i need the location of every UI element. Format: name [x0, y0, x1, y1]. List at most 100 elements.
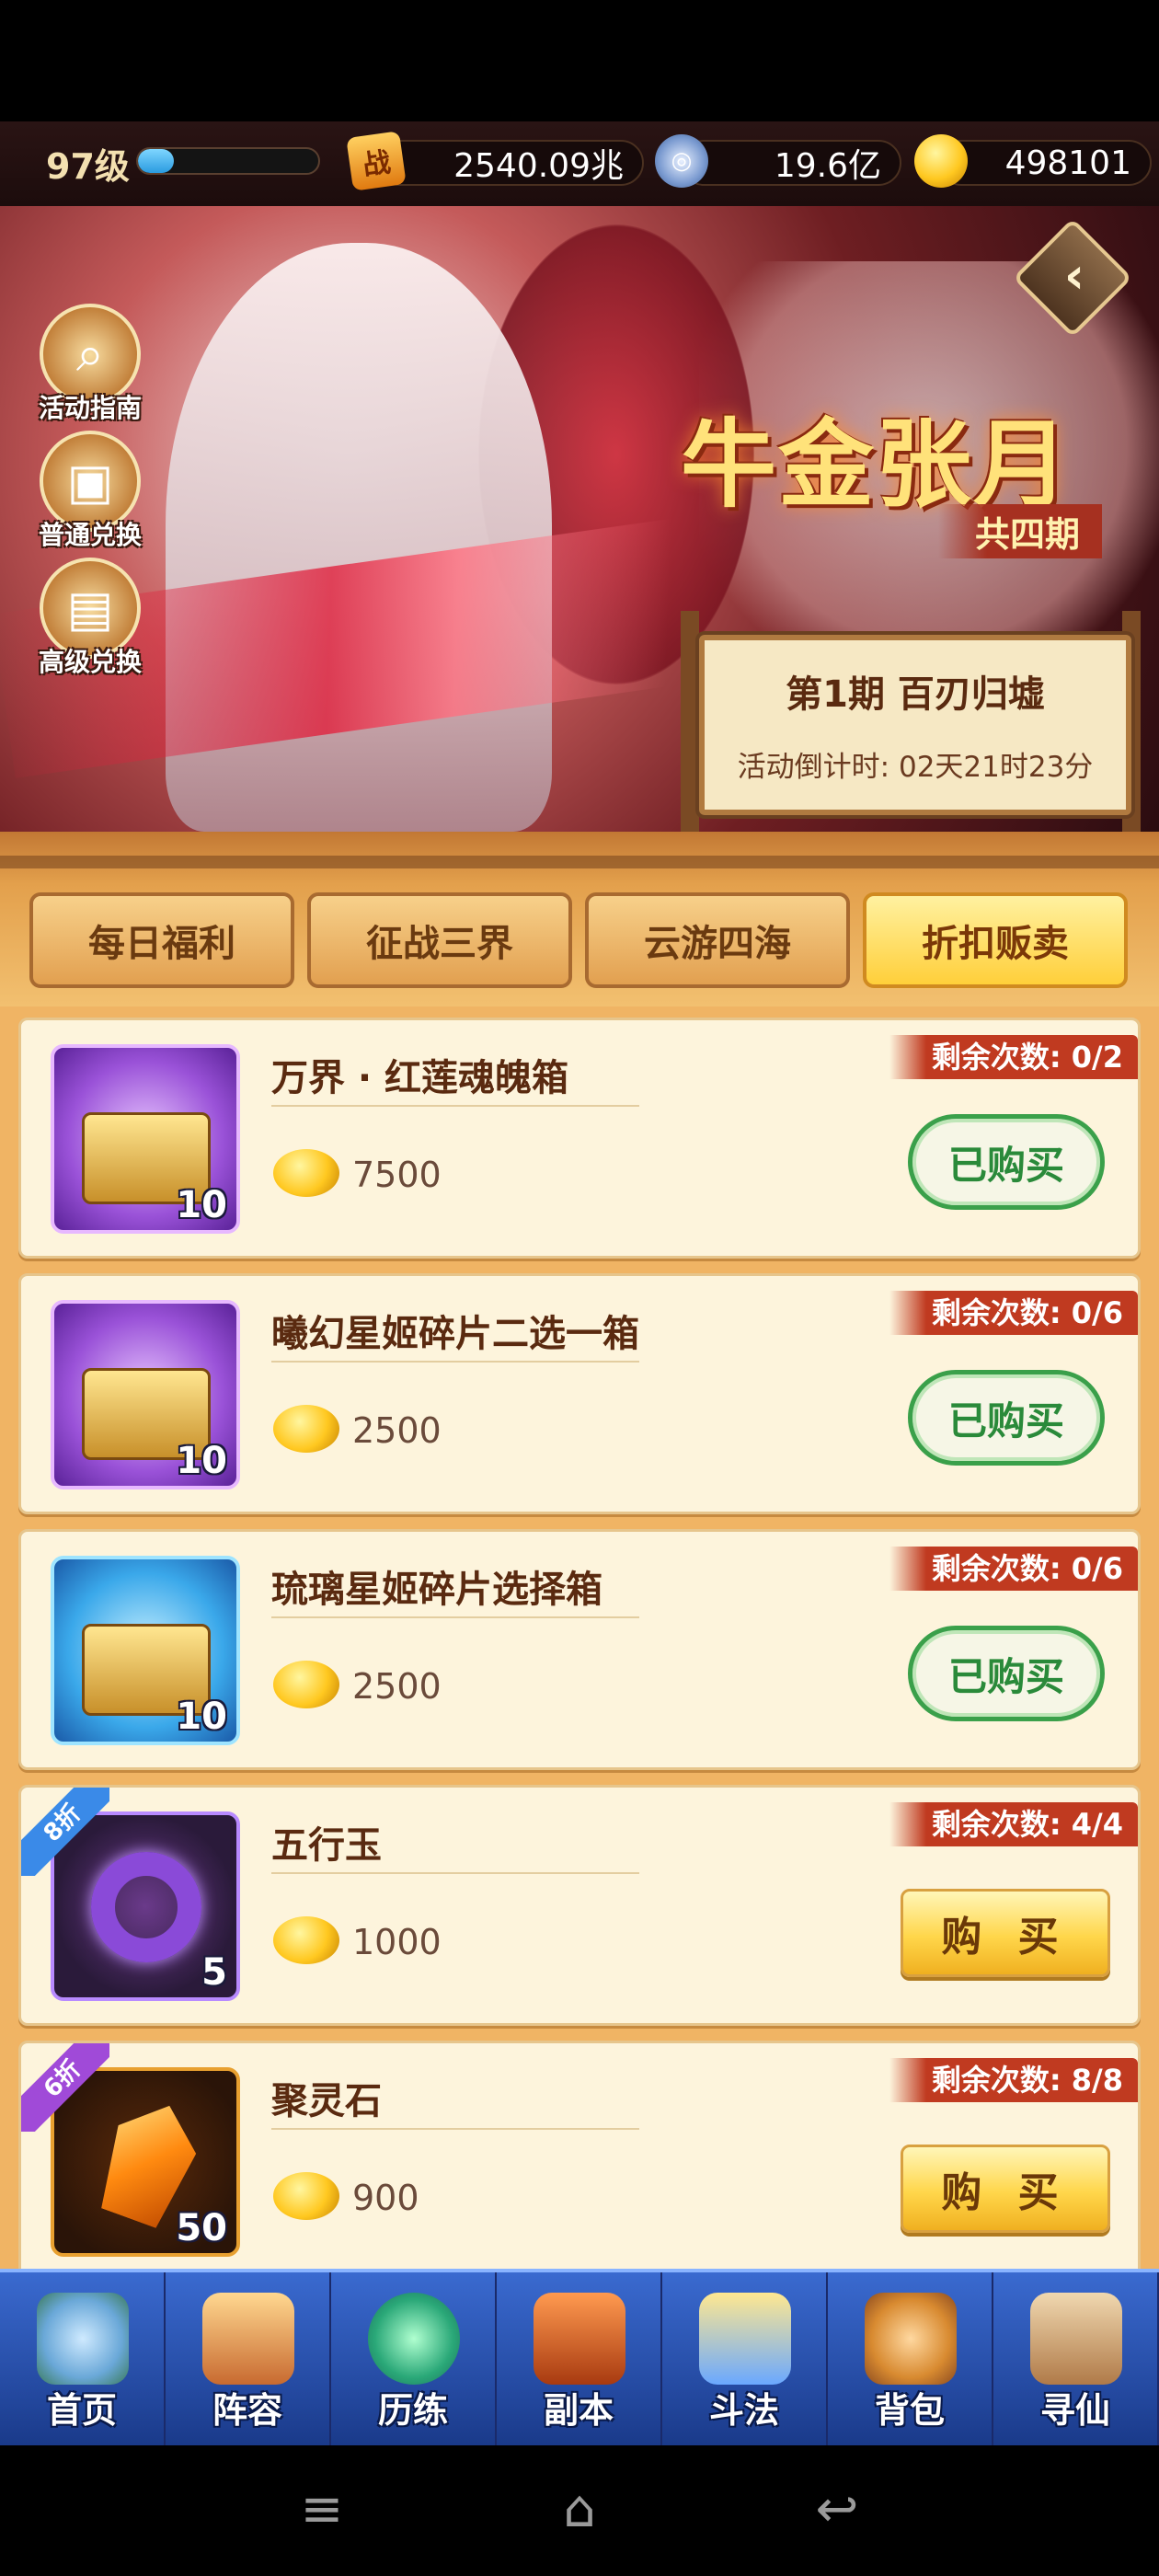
item-icon-chest[interactable]: 10 [51, 1556, 240, 1745]
shop-item: 10 琉璃星姬碎片选择箱 2500 剩余次数: 0/6 已购买 [18, 1529, 1141, 1770]
status-bar [0, 0, 1159, 121]
nav-label: 阵容 [212, 2390, 282, 2431]
nav-dungeon[interactable]: 副本 [497, 2272, 662, 2445]
bought-button[interactable]: 已购买 [908, 1626, 1105, 1721]
item-price: 2500 [352, 1410, 442, 1451]
nav-bag[interactable]: 背包 [828, 2272, 993, 2445]
tab-discount-sale[interactable]: 折扣贩卖 [863, 892, 1128, 988]
divider [271, 2128, 639, 2130]
gold-value: 498101 [1004, 144, 1131, 182]
level-progress-fill [138, 149, 175, 173]
shop-item: 10 曦幻星姬碎片二选一箱 2500 剩余次数: 0/6 已购买 [18, 1273, 1141, 1514]
side-button-label: 活动指南 [38, 393, 142, 423]
buy-button[interactable]: 购 买 [901, 2145, 1110, 2233]
item-count: 5 [201, 1951, 227, 1994]
gate-icon [534, 2293, 625, 2385]
buy-button[interactable]: 购 买 [901, 1889, 1110, 1977]
shop-list[interactable]: 10 万界 · 红莲魂魄箱 7500 剩余次数: 0/2 已购买 10 曦幻星姬… [0, 1006, 1159, 2269]
scroll-icon [1030, 2293, 1122, 2385]
discount-ribbon: 8折 [21, 1788, 109, 1876]
item-count: 10 [176, 1696, 227, 1738]
menu-icon[interactable]: ≡ [285, 2482, 359, 2537]
period-board: 第1期 百刃归墟 活动倒计时: 02天21时23分 [699, 635, 1131, 815]
board-post-left [681, 611, 699, 832]
item-count: 10 [176, 1440, 227, 1482]
remaining-count: 剩余次数: 0/6 [889, 1547, 1138, 1591]
gold-pill[interactable]: 498101 [938, 140, 1152, 186]
nav-lineup[interactable]: 阵容 [166, 2272, 331, 2445]
divider [271, 1616, 639, 1618]
bought-button[interactable]: 已购买 [908, 1370, 1105, 1466]
nav-training[interactable]: 历练 [331, 2272, 497, 2445]
nav-label: 副本 [543, 2390, 614, 2431]
cards-icon [202, 2293, 294, 2385]
item-price: 1000 [352, 1922, 442, 1962]
player-level: 97级 [46, 146, 130, 187]
shop-item: 5 8折 五行玉 1000 剩余次数: 4/4 购 买 [18, 1785, 1141, 2026]
nav-home[interactable]: 首页 [0, 2272, 166, 2445]
nav-battle[interactable]: 斗法 [662, 2272, 828, 2445]
item-icon-chest[interactable]: 10 [51, 1300, 240, 1489]
remaining-count: 剩余次数: 8/8 [889, 2058, 1138, 2102]
bag-icon [865, 2293, 957, 2385]
silver-value: 19.6亿 [774, 147, 881, 185]
discount-label: 6折 [21, 2043, 109, 2132]
item-price: 900 [352, 2178, 419, 2218]
item-name: 琉璃星姬碎片选择箱 [271, 1569, 602, 1611]
item-count: 50 [176, 2207, 227, 2249]
level-progress-bar [136, 147, 320, 175]
shop-item: 50 6折 聚灵石 900 剩余次数: 8/8 购 买 [18, 2041, 1141, 2269]
nav-label: 背包 [874, 2390, 945, 2431]
gold-ingot-icon [914, 134, 968, 188]
divider [271, 1105, 639, 1107]
home-icon[interactable]: ⌂ [543, 2482, 616, 2537]
remaining-count: 剩余次数: 0/6 [889, 1291, 1138, 1335]
item-name: 五行玉 [271, 1824, 382, 1867]
countdown-text: 活动倒计时: 02天21时23分 [737, 751, 1094, 784]
bought-button[interactable]: 已购买 [908, 1114, 1105, 1210]
item-name: 曦幻星姬碎片二选一箱 [271, 1313, 639, 1355]
tab-travel[interactable]: 云游四海 [585, 892, 850, 988]
system-nav-bar: ≡ ⌂ ↩ [0, 2445, 1159, 2576]
gourd-icon [368, 2293, 460, 2385]
power-value: 2540.09兆 [453, 147, 624, 185]
side-button-normal-exchange[interactable]: ▣ 普通兑换 [35, 431, 145, 550]
power-icon: 战 [346, 131, 407, 191]
tab-daily-welfare[interactable]: 每日福利 [29, 892, 294, 988]
gold-ingot-icon [273, 1661, 339, 1708]
gold-ingot-icon [273, 1916, 339, 1964]
nav-label: 寻仙 [1039, 2390, 1110, 2431]
side-button-guide[interactable]: ⌕ 活动指南 [35, 304, 145, 423]
item-price: 7500 [352, 1155, 442, 1195]
tab-strip-divider [0, 856, 1159, 868]
remaining-count: 剩余次数: 4/4 [889, 1802, 1138, 1846]
item-count: 10 [176, 1184, 227, 1226]
nav-seek-immortal[interactable]: 寻仙 [993, 2272, 1159, 2445]
sword-icon [699, 2293, 791, 2385]
silver-pill[interactable]: 19.6亿 [681, 140, 901, 186]
mountain-icon [37, 2293, 129, 2385]
gold-ingot-icon [273, 1149, 339, 1197]
event-subtitle: 共四期 [938, 504, 1103, 558]
divider [271, 1361, 639, 1363]
discount-label: 8折 [21, 1788, 109, 1876]
item-icon-chest[interactable]: 10 [51, 1044, 240, 1234]
power-pill: 2540.09兆 [377, 140, 644, 186]
side-button-label: 高级兑换 [38, 647, 142, 677]
divider [271, 1872, 639, 1874]
nav-label: 斗法 [708, 2390, 779, 2431]
nav-label: 历练 [377, 2390, 448, 2431]
shop-item: 10 万界 · 红莲魂魄箱 7500 剩余次数: 0/2 已购买 [18, 1018, 1141, 1259]
side-button-advanced-exchange[interactable]: ▤ 高级兑换 [35, 558, 145, 677]
gold-ingot-icon [273, 1405, 339, 1453]
bottom-nav: 首页 阵容 历练 副本 斗法 背包 寻仙 [0, 2269, 1159, 2445]
discount-ribbon: 6折 [21, 2043, 109, 2132]
period-title: 第1期 百刃归墟 [786, 673, 1045, 716]
item-price: 2500 [352, 1666, 442, 1707]
tab-conquest[interactable]: 征战三界 [307, 892, 572, 988]
side-button-label: 普通兑换 [38, 520, 142, 550]
gold-ingot-icon [273, 2172, 339, 2220]
back-icon[interactable]: ↩ [800, 2482, 874, 2537]
silver-coin-icon: ◎ [655, 134, 708, 188]
nav-label: 首页 [46, 2390, 117, 2431]
